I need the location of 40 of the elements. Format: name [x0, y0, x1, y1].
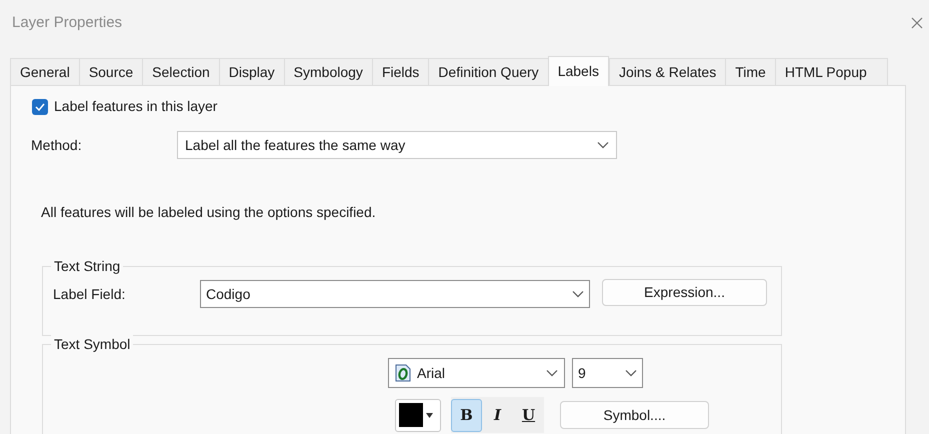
tab[interactable]: General: [10, 58, 79, 85]
tab[interactable]: Symbology: [284, 58, 372, 85]
caret-icon: [426, 412, 433, 418]
group-title: Text Symbol: [51, 334, 134, 355]
size-dropdown[interactable]: 9: [572, 358, 643, 388]
tab[interactable]: Display: [218, 58, 284, 85]
size-value: 9: [578, 364, 586, 382]
tab[interactable]: Fields: [372, 58, 428, 85]
label-field-label: Label Field:: [53, 284, 126, 304]
symbol-button[interactable]: Symbol....: [560, 401, 709, 429]
expression-button[interactable]: Expression...: [602, 278, 767, 306]
tab[interactable]: Labels: [548, 56, 609, 86]
info-text: All features will be labeled using the options specified.: [41, 203, 377, 222]
chevron-down-icon: [572, 290, 584, 298]
checkmark-icon: [35, 102, 45, 110]
color-picker[interactable]: [395, 398, 441, 432]
tab[interactable]: HTML Popup: [774, 58, 888, 85]
tab[interactable]: Time: [725, 58, 775, 85]
font-value: Arial: [417, 364, 446, 382]
method-value: Label all the features the same way: [185, 136, 406, 155]
tab[interactable]: Source: [78, 58, 142, 85]
tab[interactable]: Joins & Relates: [608, 58, 726, 85]
checkbox[interactable]: [32, 98, 48, 114]
chevron-down-icon: [597, 141, 609, 149]
font-dropdown[interactable]: Arial: [388, 358, 565, 388]
font-style-toggle[interactable]: I: [482, 398, 513, 432]
font-style-toggle[interactable]: U: [513, 398, 544, 432]
tab[interactable]: Definition Query: [428, 58, 548, 85]
font-style-toggle[interactable]: B: [451, 398, 482, 432]
method-dropdown[interactable]: Label all the features the same way: [177, 131, 617, 159]
font-type-icon: [395, 364, 411, 382]
label-field-value: Codigo: [206, 284, 250, 304]
chevron-down-icon: [625, 369, 637, 377]
window-title: Layer Properties: [12, 12, 122, 33]
checkbox-label: Label features in this layer: [54, 97, 218, 116]
chevron-down-icon: [546, 369, 558, 377]
label-field-dropdown[interactable]: Codigo: [200, 280, 590, 308]
method-label: Method:: [31, 136, 83, 154]
close-icon[interactable]: [911, 17, 923, 29]
tab[interactable]: Selection: [142, 58, 219, 85]
